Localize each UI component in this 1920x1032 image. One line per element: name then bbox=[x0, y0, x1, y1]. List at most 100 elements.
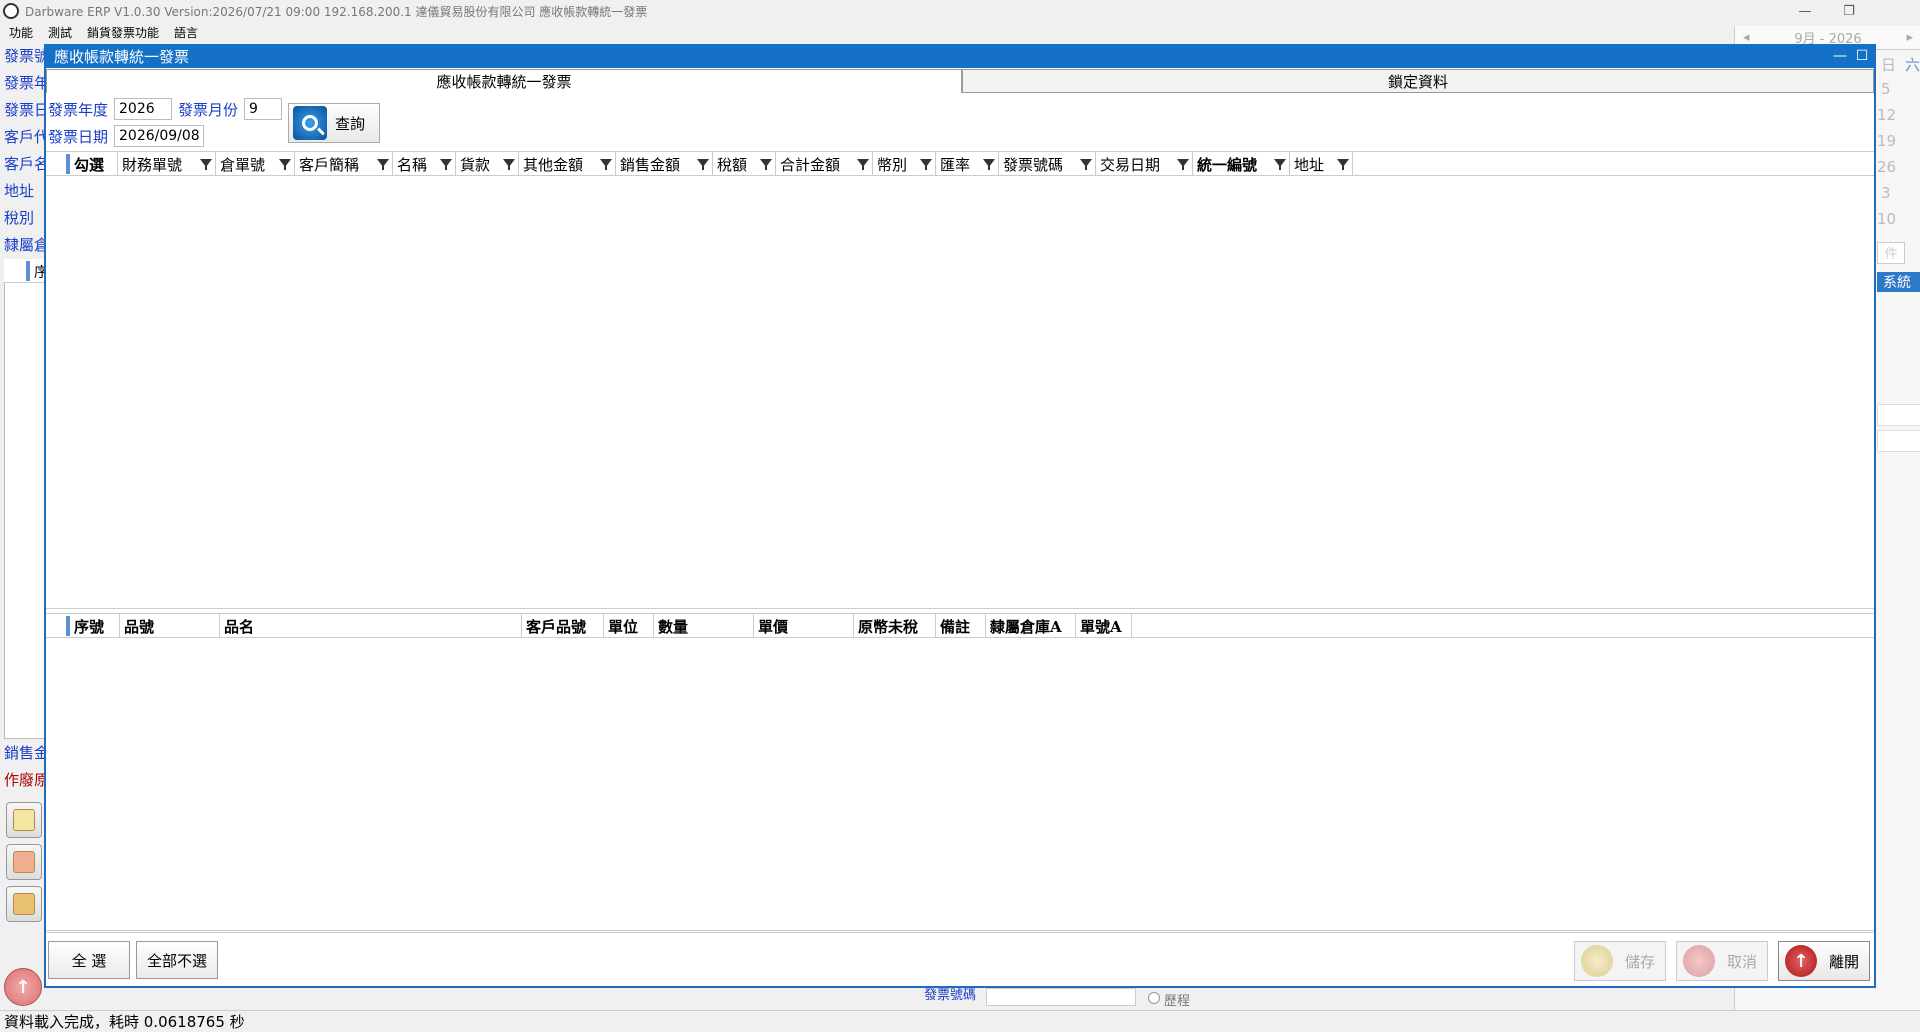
col-remark[interactable]: 備註 bbox=[936, 614, 986, 638]
bg-exit-icon[interactable]: ↑ bbox=[4, 968, 42, 1006]
bg-label-invoice-date: 發票日 bbox=[4, 101, 44, 119]
col-seq[interactable]: 序號 bbox=[70, 614, 120, 638]
calendar-day[interactable]: 5 bbox=[1881, 80, 1891, 98]
calendar-day[interactable]: 26 bbox=[1877, 158, 1896, 176]
col-other-amount[interactable]: 其他金額 bbox=[519, 152, 616, 176]
cancel-button[interactable]: 取消 bbox=[1676, 941, 1768, 981]
dialog-action-bar: 全 選 全部不選 儲存 取消 ↑ 離開 bbox=[46, 932, 1874, 986]
calendar-day[interactable]: 19 bbox=[1877, 132, 1896, 150]
col-customer-short[interactable]: 客戶簡稱 bbox=[295, 152, 393, 176]
ar-to-invoice-dialog: 應收帳款轉統一發票 — ☐ 應收帳款轉統一發票 鎖定資料 發票年度 2026 發… bbox=[44, 44, 1876, 988]
ar-records-grid[interactable]: 勾選 財務單號 倉單號 客戶簡稱 名稱 貨款 其他金額 銷售金額 稅額 合計金額… bbox=[46, 151, 1874, 609]
calendar-day[interactable]: 3 bbox=[1881, 184, 1891, 202]
minimize-window-button[interactable]: — bbox=[1782, 0, 1828, 22]
col-unit[interactable]: 單位 bbox=[604, 614, 654, 638]
filter-icon[interactable] bbox=[503, 159, 515, 170]
menu-function[interactable]: 功能 bbox=[9, 24, 33, 41]
col-total[interactable]: 合計金額 bbox=[776, 152, 873, 176]
filter-icon[interactable] bbox=[1080, 159, 1092, 170]
bg-detail-grid bbox=[4, 259, 46, 739]
bg-label-tax-type: 稅別 bbox=[4, 209, 35, 227]
col-goods-amount[interactable]: 貨款 bbox=[456, 152, 519, 176]
menu-sales-invoice[interactable]: 銷貨發票功能 bbox=[87, 24, 159, 41]
bg-label-invoice-no: 發票號 bbox=[4, 47, 44, 65]
col-address[interactable]: 地址 bbox=[1290, 152, 1353, 176]
bg-label-invoice-year: 發票年 bbox=[4, 74, 44, 92]
filter-icon[interactable] bbox=[1177, 159, 1189, 170]
tab-ar-to-invoice[interactable]: 應收帳款轉統一發票 bbox=[46, 69, 962, 93]
col-item-name[interactable]: 品名 bbox=[220, 614, 522, 638]
col-check[interactable]: 勾選 bbox=[70, 152, 118, 176]
filter-icon[interactable] bbox=[760, 159, 772, 170]
exit-up-arrow-icon: ↑ bbox=[1785, 945, 1817, 977]
items-grid-header: 序號 品號 品名 客戶品號 單位 數量 單價 原幣未稅 備註 隸屬倉庫A 單號A bbox=[46, 614, 1874, 638]
filter-icon[interactable] bbox=[697, 159, 709, 170]
dialog-title: 應收帳款轉統一發票 bbox=[54, 47, 190, 66]
filter-icon[interactable] bbox=[279, 159, 291, 170]
bg-grid-header: 序 bbox=[4, 259, 48, 283]
col-unit-price[interactable]: 單價 bbox=[754, 614, 854, 638]
exit-button-label: 離開 bbox=[1829, 952, 1860, 971]
dialog-maximize-icon[interactable]: ☐ bbox=[1852, 46, 1872, 66]
person-card-icon[interactable] bbox=[6, 844, 42, 880]
filter-icon[interactable] bbox=[920, 159, 932, 170]
invoice-items-grid[interactable]: 序號 品號 品名 客戶品號 單位 數量 單價 原幣未稅 備註 隸屬倉庫A 單號A bbox=[46, 613, 1874, 931]
restore-window-button[interactable]: ❐ bbox=[1826, 0, 1872, 22]
col-pre-tax[interactable]: 原幣未稅 bbox=[854, 614, 936, 638]
bg-history-label: 歷程 bbox=[1164, 994, 1191, 1009]
filter-icon[interactable] bbox=[857, 159, 869, 170]
save-button[interactable]: 儲存 bbox=[1574, 941, 1666, 981]
col-warehouse-no[interactable]: 倉單號 bbox=[216, 152, 295, 176]
filter-icon[interactable] bbox=[200, 159, 212, 170]
filter-icon[interactable] bbox=[1274, 159, 1286, 170]
ar-grid-header: 勾選 財務單號 倉單號 客戶簡稱 名稱 貨款 其他金額 銷售金額 稅額 合計金額… bbox=[46, 152, 1874, 176]
calendar-day[interactable]: 10 bbox=[1877, 210, 1896, 228]
app-title: Darbware ERP V1.0.30 Version:2026/07/21 … bbox=[25, 4, 648, 19]
filter-icon[interactable] bbox=[1337, 159, 1349, 170]
col-sales-amount[interactable]: 銷售金額 bbox=[616, 152, 713, 176]
col-tax[interactable]: 稅額 bbox=[713, 152, 776, 176]
invoice-year-input[interactable]: 2026 bbox=[114, 98, 172, 120]
col-exchange-rate[interactable]: 匯率 bbox=[936, 152, 999, 176]
menu-language[interactable]: 語言 bbox=[174, 24, 198, 41]
bg-invoice-no-input[interactable] bbox=[986, 988, 1136, 1006]
query-button-label: 查詢 bbox=[335, 114, 366, 133]
app-logo-icon bbox=[3, 3, 19, 19]
bg-box[interactable]: 件 bbox=[1877, 242, 1905, 264]
dialog-minimize-icon[interactable]: — bbox=[1830, 46, 1850, 66]
status-bar: 資料載入完成，耗時 0.0618765 秒 bbox=[0, 1010, 1920, 1032]
col-item-no[interactable]: 品號 bbox=[120, 614, 220, 638]
calendar-day[interactable]: 12 bbox=[1877, 106, 1896, 124]
col-finance-no[interactable]: 財務單號 bbox=[118, 152, 216, 176]
filter-icon[interactable] bbox=[377, 159, 389, 170]
filter-icon[interactable] bbox=[983, 159, 995, 170]
calendar-next-icon[interactable]: ▸ bbox=[1906, 30, 1913, 45]
query-button[interactable]: 查詢 bbox=[288, 103, 380, 143]
filter-icon[interactable] bbox=[440, 159, 452, 170]
exit-button[interactable]: ↑ 離開 bbox=[1778, 941, 1870, 981]
invoice-date-input[interactable]: 2026/09/08 bbox=[114, 125, 204, 147]
invoice-month-input[interactable]: 9 bbox=[244, 98, 282, 120]
deselect-all-button[interactable]: 全部不選 bbox=[136, 941, 218, 979]
filter-icon[interactable] bbox=[600, 159, 612, 170]
bg-system-badge[interactable]: 系統 bbox=[1877, 272, 1920, 292]
col-order-no-a[interactable]: 單號A bbox=[1076, 614, 1132, 638]
calendar-prev-icon[interactable]: ◂ bbox=[1743, 30, 1750, 45]
col-warehouse-a[interactable]: 隸屬倉庫A bbox=[986, 614, 1076, 638]
bg-label-warehouse: 隸屬倉 bbox=[4, 236, 44, 254]
col-trade-date[interactable]: 交易日期 bbox=[1096, 152, 1193, 176]
col-tax-id[interactable]: 統一編號 bbox=[1193, 152, 1290, 176]
menu-test[interactable]: 測試 bbox=[48, 24, 72, 41]
col-invoice-no[interactable]: 發票號碼 bbox=[999, 152, 1096, 176]
col-customer-item-no[interactable]: 客戶品號 bbox=[522, 614, 604, 638]
folder-icon[interactable] bbox=[6, 886, 42, 922]
bg-label-sales-amount: 銷售金 bbox=[4, 744, 44, 762]
select-all-button[interactable]: 全 選 bbox=[48, 941, 130, 979]
invoice-year-label: 發票年度 bbox=[48, 101, 109, 119]
col-quantity[interactable]: 數量 bbox=[654, 614, 754, 638]
col-name[interactable]: 名稱 bbox=[393, 152, 456, 176]
tab-locked-data[interactable]: 鎖定資料 bbox=[962, 69, 1874, 93]
col-currency[interactable]: 幣別 bbox=[873, 152, 936, 176]
bg-history-radio[interactable] bbox=[1148, 992, 1160, 1004]
edit-document-icon[interactable] bbox=[6, 802, 42, 838]
